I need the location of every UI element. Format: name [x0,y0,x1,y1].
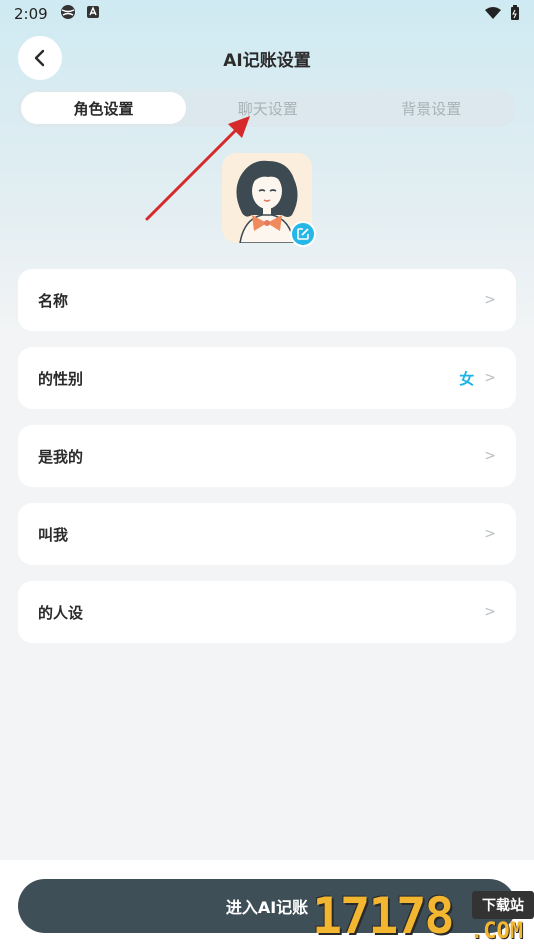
setting-label-call-me: 叫我 [38,525,69,544]
chevron-right-icon: > [484,370,496,386]
setting-label-relationship: 是我的 [38,447,84,466]
edit-avatar-button[interactable] [290,221,316,247]
watermark-badge: 下载站 [472,891,534,919]
watermark-suffix: .COM [470,919,523,944]
setting-row-name[interactable]: 名称 > [18,269,516,331]
chevron-right-icon: > [484,526,496,542]
edit-icon [297,228,309,240]
setting-row-persona[interactable]: 的人设 > [18,581,516,643]
setting-label-persona: 的人设 [38,603,84,622]
setting-row-call-me[interactable]: 叫我 > [18,503,516,565]
chevron-right-icon: > [484,448,496,464]
chevron-right-icon: > [484,292,496,308]
chevron-right-icon: > [484,604,496,620]
watermark-number: 17178 [312,887,455,945]
setting-value-gender: 女 [459,369,475,388]
setting-row-relationship[interactable]: 是我的 > [18,425,516,487]
setting-row-gender[interactable]: 的性别 女 > [18,347,516,409]
setting-label-name: 名称 [38,291,69,310]
watermark-logo: 17178 .COM 下载站 [312,885,534,950]
setting-label-gender: 的性别 [38,369,84,388]
